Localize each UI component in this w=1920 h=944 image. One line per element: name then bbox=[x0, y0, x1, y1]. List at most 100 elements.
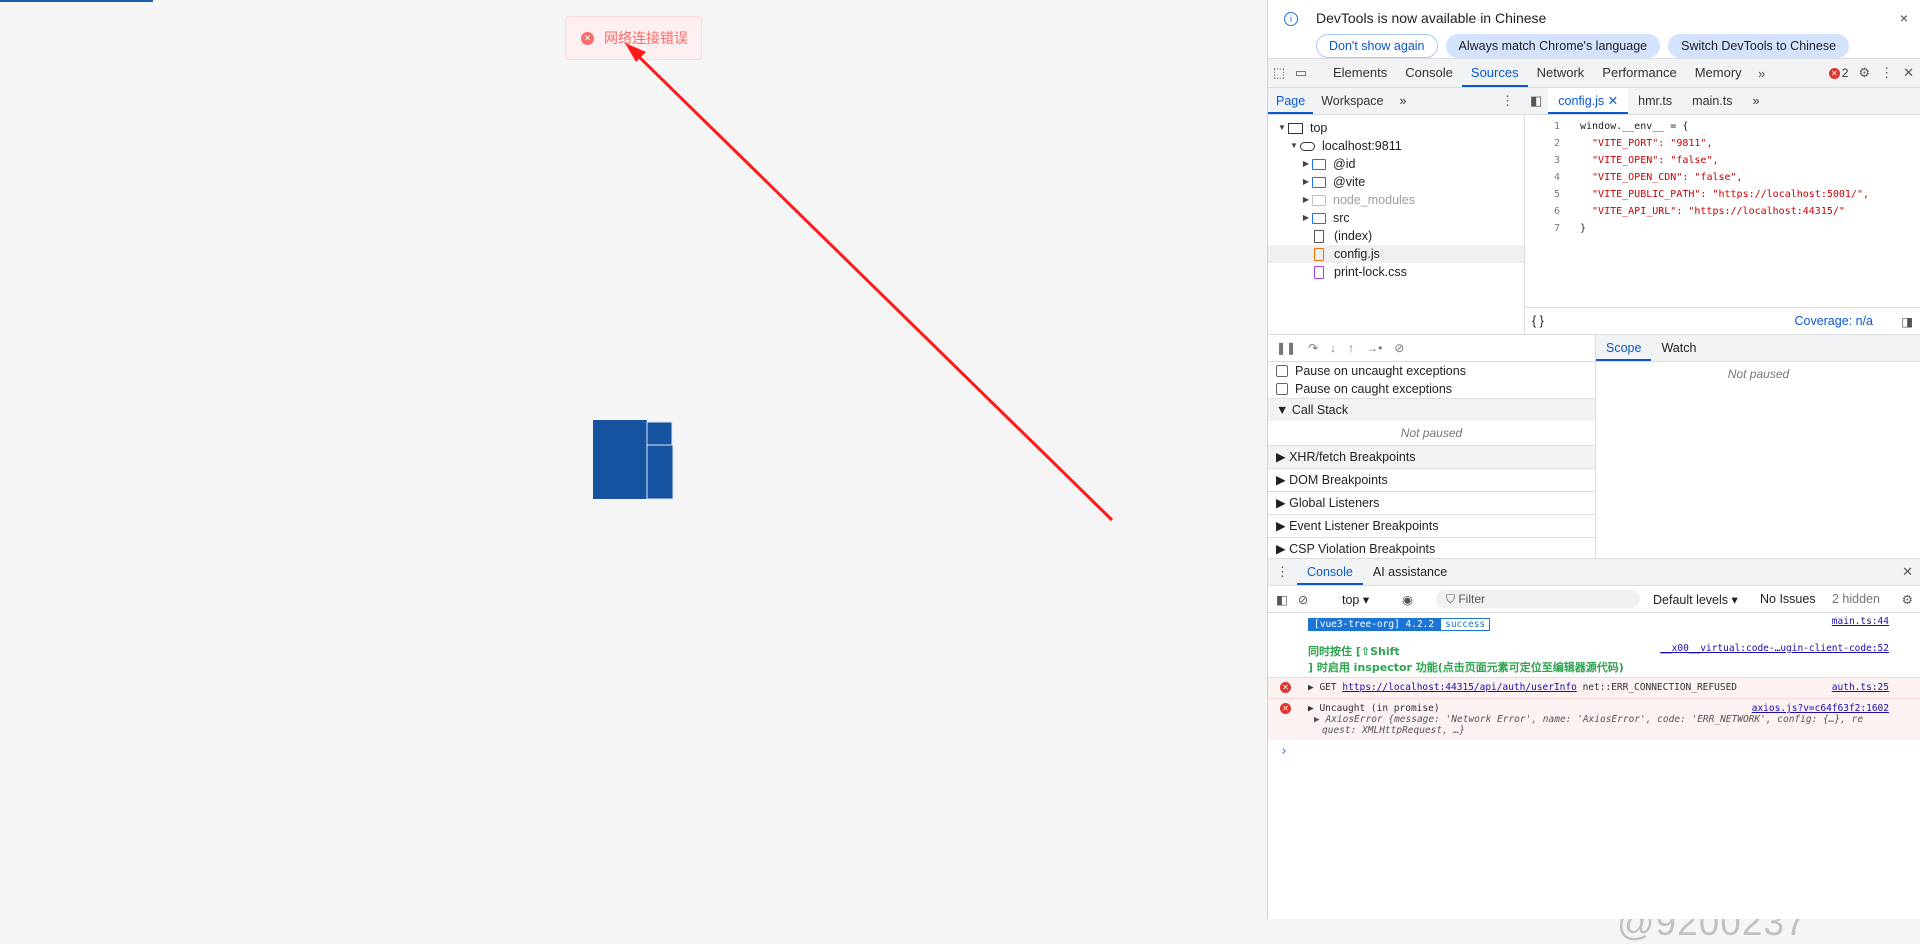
line-number[interactable]: 3 bbox=[1524, 152, 1580, 169]
dont-show-again-button[interactable]: Don't show again bbox=[1316, 34, 1438, 58]
code-line[interactable]: 7} bbox=[1524, 220, 1920, 237]
tab-console[interactable]: Console bbox=[1396, 59, 1462, 87]
match-language-button[interactable]: Always match Chrome's language bbox=[1445, 34, 1661, 58]
source-link[interactable]: __x00__virtual:code-…ugin-client-code:52 bbox=[1660, 643, 1889, 654]
line-number[interactable]: 6 bbox=[1524, 203, 1580, 220]
more-nav-tabs-icon[interactable]: » bbox=[1392, 88, 1415, 114]
event-listener-breakpoints-section[interactable]: ▶ Event Listener Breakpoints bbox=[1268, 514, 1595, 537]
more-editor-tabs-icon[interactable]: » bbox=[1742, 88, 1769, 114]
console-drawer: ⋮ Console AI assistance ✕ ◧ ⊘ top ▾ ◉ ⛉ … bbox=[1268, 558, 1920, 919]
tree-item-config-js[interactable]: config.js bbox=[1268, 245, 1524, 263]
editor-tab-config-js[interactable]: config.js ✕ bbox=[1548, 88, 1629, 114]
line-number[interactable]: 7 bbox=[1524, 220, 1580, 237]
tab-scope[interactable]: Scope bbox=[1596, 335, 1652, 361]
toggle-navigator-icon[interactable]: ◧ bbox=[1524, 93, 1548, 109]
tab-watch[interactable]: Watch bbox=[1651, 335, 1706, 361]
code-line[interactable]: 2 "VITE_PORT": "9811", bbox=[1524, 135, 1920, 152]
request-url-link[interactable]: https://localhost:44315/api/auth/userInf… bbox=[1342, 682, 1577, 693]
tree-item-src[interactable]: ▶ src bbox=[1268, 209, 1524, 227]
tab-memory[interactable]: Memory bbox=[1686, 59, 1751, 87]
tab-workspace[interactable]: Workspace bbox=[1313, 88, 1391, 114]
step-over-icon[interactable]: ↷ bbox=[1308, 341, 1318, 355]
code-text: "VITE_OPEN_CDN": "false", bbox=[1580, 172, 1743, 183]
settings-gear-icon[interactable]: ⚙ bbox=[1858, 65, 1870, 81]
dom-breakpoints-section[interactable]: ▶ DOM Breakpoints bbox=[1268, 468, 1595, 491]
tree-item-print-lock-css[interactable]: print-lock.css bbox=[1268, 263, 1524, 281]
coverage-status[interactable]: Coverage: n/a bbox=[1794, 314, 1873, 328]
global-listeners-section[interactable]: ▶ Global Listeners bbox=[1268, 491, 1595, 514]
device-toolbar-icon[interactable]: ▭ bbox=[1290, 65, 1312, 81]
step-into-icon[interactable]: ↓ bbox=[1330, 341, 1336, 355]
console-prompt[interactable]: › bbox=[1268, 740, 1920, 764]
error-icon: ✕ bbox=[1828, 67, 1840, 79]
pause-icon[interactable]: ❚❚ bbox=[1276, 341, 1296, 355]
code-line[interactable]: 1 window.__env__ = { bbox=[1524, 118, 1920, 135]
deactivate-breakpoints-icon[interactable]: ⊘ bbox=[1394, 341, 1404, 355]
tree-item-node-modules[interactable]: ▶ node_modules bbox=[1268, 191, 1524, 209]
csp-breakpoints-section[interactable]: ▶ CSP Violation Breakpoints bbox=[1268, 537, 1595, 560]
tree-item-top[interactable]: ▼ top bbox=[1268, 119, 1524, 137]
infobar-close-button[interactable]: × bbox=[1900, 10, 1908, 26]
editor-tab-main-ts[interactable]: main.ts bbox=[1682, 88, 1742, 114]
nav-menu-icon[interactable]: ⋮ bbox=[1501, 93, 1514, 109]
tab-network[interactable]: Network bbox=[1528, 59, 1594, 87]
step-out-icon[interactable]: ↑ bbox=[1348, 341, 1354, 355]
tree-item-vite[interactable]: ▶ @vite bbox=[1268, 173, 1524, 191]
pause-uncaught-checkbox[interactable]: Pause on uncaught exceptions bbox=[1268, 362, 1595, 380]
inspect-element-icon[interactable]: ⬚ bbox=[1268, 65, 1290, 81]
close-drawer-icon[interactable]: ✕ bbox=[1902, 564, 1913, 580]
tree-item-localhost[interactable]: ▼ localhost:9811 bbox=[1268, 137, 1524, 155]
tab-page[interactable]: Page bbox=[1268, 88, 1314, 114]
source-link[interactable]: main.ts:44 bbox=[1832, 616, 1889, 627]
code-line[interactable]: 4 "VITE_OPEN_CDN": "false", bbox=[1524, 169, 1920, 186]
toggle-debugger-icon[interactable]: ◨ bbox=[1901, 314, 1913, 329]
file-icon bbox=[1314, 229, 1324, 243]
step-icon[interactable]: →• bbox=[1366, 341, 1382, 355]
console-filter-input[interactable]: ⛉ Filter bbox=[1436, 590, 1640, 608]
log-levels-select[interactable]: Default levels ▾ bbox=[1653, 592, 1738, 607]
code-text: "VITE_PORT": "9811", bbox=[1580, 138, 1713, 149]
context-select[interactable]: top ▾ bbox=[1342, 592, 1369, 607]
line-number[interactable]: 4 bbox=[1524, 169, 1580, 186]
tab-performance[interactable]: Performance bbox=[1593, 59, 1685, 87]
pretty-print-icon[interactable]: { } bbox=[1524, 314, 1544, 328]
close-devtools-icon[interactable]: ✕ bbox=[1903, 65, 1914, 81]
code-line[interactable]: 3 "VITE_OPEN": "false", bbox=[1524, 152, 1920, 169]
line-number[interactable]: 2 bbox=[1524, 135, 1580, 152]
line-number[interactable]: 1 bbox=[1524, 118, 1580, 135]
code-line[interactable]: 6 "VITE_API_URL": "https://localhost:443… bbox=[1524, 203, 1920, 220]
error-count: 2 bbox=[1841, 66, 1849, 80]
tab-sources[interactable]: Sources bbox=[1461, 59, 1528, 87]
switch-chinese-button[interactable]: Switch DevTools to Chinese bbox=[1668, 34, 1850, 58]
call-stack-section[interactable]: ▼ Call Stack bbox=[1268, 398, 1595, 421]
line-number[interactable]: 5 bbox=[1524, 186, 1580, 203]
drawer-menu-icon[interactable]: ⋮ bbox=[1268, 564, 1297, 580]
clear-console-icon[interactable]: ⊘ bbox=[1288, 592, 1308, 607]
drawer-tab-console[interactable]: Console bbox=[1297, 559, 1363, 585]
css-file-icon bbox=[1314, 265, 1324, 279]
tab-elements[interactable]: Elements bbox=[1324, 59, 1396, 87]
issues-count[interactable]: No Issues bbox=[1760, 592, 1816, 606]
editor-tab-hmr-ts[interactable]: hmr.ts bbox=[1628, 88, 1682, 114]
pause-caught-checkbox[interactable]: Pause on caught exceptions bbox=[1268, 380, 1595, 398]
console-settings-icon[interactable]: ⚙ bbox=[1902, 592, 1913, 607]
more-options-icon[interactable]: ⋮ bbox=[1880, 65, 1893, 81]
close-tab-icon[interactable]: ✕ bbox=[1608, 94, 1618, 108]
xhr-breakpoints-section[interactable]: ▶ XHR/fetch Breakpoints bbox=[1268, 445, 1595, 468]
cloud-icon bbox=[1300, 141, 1315, 151]
js-file-icon bbox=[1314, 247, 1324, 261]
console-sidebar-icon[interactable]: ◧ bbox=[1268, 592, 1288, 607]
console-message-inspector: 同时按住 [⇧Shift ] 时启用 inspector 功能(点击页面元素可定… bbox=[1308, 643, 1889, 674]
more-tabs-icon[interactable]: » bbox=[1751, 66, 1773, 81]
code-line[interactable]: 5 "VITE_PUBLIC_PATH": "https://localhost… bbox=[1524, 186, 1920, 203]
sources-panel: Page Workspace » ⋮ ▼ top ▼ localhost:9811 … bbox=[1268, 88, 1920, 334]
error-count-badge[interactable]: ✕ 2 bbox=[1828, 66, 1849, 80]
live-expression-eye-icon[interactable]: ◉ bbox=[1402, 592, 1413, 607]
source-link[interactable]: axios.js?v=c64f63f2:1602 bbox=[1752, 703, 1889, 714]
tree-item-id[interactable]: ▶ @id bbox=[1268, 155, 1524, 173]
folder-icon bbox=[1312, 176, 1326, 188]
drawer-tab-ai-assistance[interactable]: AI assistance bbox=[1363, 559, 1457, 585]
tree-item-index[interactable]: (index) bbox=[1268, 227, 1524, 245]
code-content[interactable]: 1 window.__env__ = {2 "VITE_PORT": "9811"… bbox=[1524, 118, 1920, 237]
source-link[interactable]: auth.ts:25 bbox=[1832, 678, 1889, 698]
